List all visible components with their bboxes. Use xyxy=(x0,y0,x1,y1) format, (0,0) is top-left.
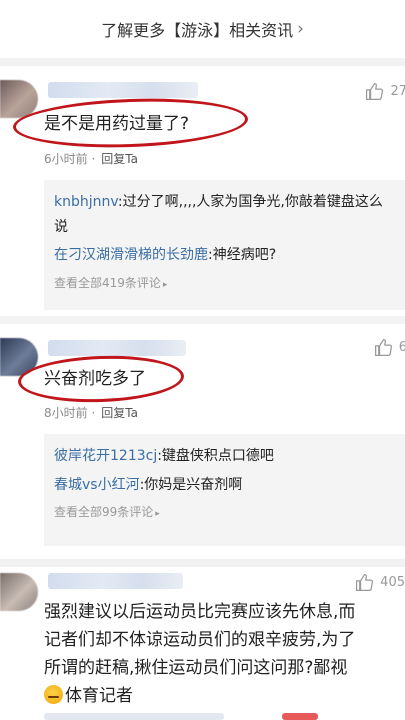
reply-list: knbhjnnv:过分了啊,,,,人家为国争光,你敲着键盘这么说 在刁汉湖滑滑梯… xyxy=(44,180,405,310)
view-all-label: 查看全部419条评论 xyxy=(54,275,161,290)
reply-text: :你妈是兴奋剂啊 xyxy=(139,476,243,493)
reply-item[interactable]: 彼岸花开1213cj:键盘侠积点口德吧 xyxy=(54,444,395,469)
username-blurred[interactable] xyxy=(48,340,186,356)
avatar[interactable] xyxy=(0,573,38,611)
like-count: 405 xyxy=(380,575,405,590)
comment-text-line: 体育记者 xyxy=(44,682,355,710)
comment-text: 是不是用药过量了? xyxy=(44,114,190,134)
next-badge-blurred xyxy=(282,713,318,720)
like-button[interactable]: 405 xyxy=(355,573,405,592)
chevron-right-icon: › xyxy=(297,19,304,39)
reply-list: 彼岸花开1213cj:键盘侠积点口德吧 春城vs小红河:你妈是兴奋剂啊 查看全部… xyxy=(44,434,405,546)
comment-meta: 8小时前 · 回复Ta xyxy=(44,406,138,420)
reply-item[interactable]: knbhjnnv:过分了啊,,,,人家为国争光,你敲着键盘这么说 xyxy=(54,190,395,239)
like-count: 6 xyxy=(398,340,405,355)
reply-button[interactable]: 回复Ta xyxy=(101,152,138,166)
view-all-replies[interactable]: 查看全部99条评论 ▸ xyxy=(54,503,395,520)
triangle-right-icon: ▸ xyxy=(155,509,160,519)
username-blurred[interactable] xyxy=(48,82,198,98)
comment-text-tail: 体育记者 xyxy=(65,686,133,706)
comment-meta: 6小时前 · 回复Ta xyxy=(44,152,138,166)
comment-text: 强烈建议以后运动员比完赛应该先休息,而 记者们却不体谅运动员们的艰辛疲劳,为了 … xyxy=(44,598,355,710)
like-button[interactable]: 6 xyxy=(374,338,405,357)
reply-username[interactable]: 彼岸花开1213cj xyxy=(54,448,157,464)
thumbs-up-icon xyxy=(374,338,392,357)
comment-text-line: 所谓的赶稿,揪住运动员们问这问那?鄙视 xyxy=(44,658,348,678)
like-button[interactable]: 27 xyxy=(365,82,405,101)
comment-text-line: 记者们却不体谅运动员们的艰辛疲劳,为了 xyxy=(44,630,356,650)
comment-item: 405 强烈建议以后运动员比完赛应该先休息,而 记者们却不体谅运动员们的艰辛疲劳… xyxy=(0,567,405,720)
smirk-emoji-icon xyxy=(44,685,63,704)
thumbs-up-icon xyxy=(356,573,374,592)
divider xyxy=(0,58,405,66)
reply-text: :键盘侠积点口德吧 xyxy=(157,448,274,464)
reply-username[interactable]: knbhjnnv xyxy=(54,194,118,210)
comment-item: 27 是不是用药过量了? 6小时前 · 回复Ta knbhjnnv:过分了啊,,,… xyxy=(0,66,405,316)
like-count: 27 xyxy=(390,84,405,99)
reply-item[interactable]: 春城vs小红河:你妈是兴奋剂啊 xyxy=(54,473,395,498)
comment-time: 6小时前 xyxy=(44,152,88,166)
reply-button[interactable]: 回复Ta xyxy=(101,406,138,420)
related-news-text: 了解更多【游泳】相关资讯 xyxy=(101,21,294,40)
reply-text: :神经病吧? xyxy=(208,247,277,263)
comment-text-line: 强烈建议以后运动员比完赛应该先休息,而 xyxy=(44,602,356,622)
reply-item[interactable]: 在刁汉湖滑滑梯的长劲鹿:神经病吧? xyxy=(54,243,395,268)
view-all-label: 查看全部99条评论 xyxy=(54,505,154,519)
reply-username[interactable]: 在刁汉湖滑滑梯的长劲鹿 xyxy=(54,247,208,263)
comment-text: 兴奋剂吃多了 xyxy=(44,369,146,389)
username-blurred[interactable] xyxy=(48,573,183,589)
divider xyxy=(0,316,405,324)
comment-item: 6 兴奋剂吃多了 8小时前 · 回复Ta 彼岸花开1213cj:键盘侠积点口德吧 … xyxy=(0,324,405,559)
triangle-right-icon: ▸ xyxy=(162,279,168,290)
related-news-link[interactable]: 了解更多【游泳】相关资讯 › xyxy=(0,0,405,58)
reply-username[interactable]: 春城vs小红河 xyxy=(54,477,140,493)
next-username-blurred xyxy=(44,713,224,720)
view-all-replies[interactable]: 查看全部419条评论 ▸ xyxy=(54,274,395,291)
comment-time: 8小时前 xyxy=(44,406,88,420)
divider xyxy=(0,559,405,567)
thumbs-up-icon xyxy=(366,82,384,101)
